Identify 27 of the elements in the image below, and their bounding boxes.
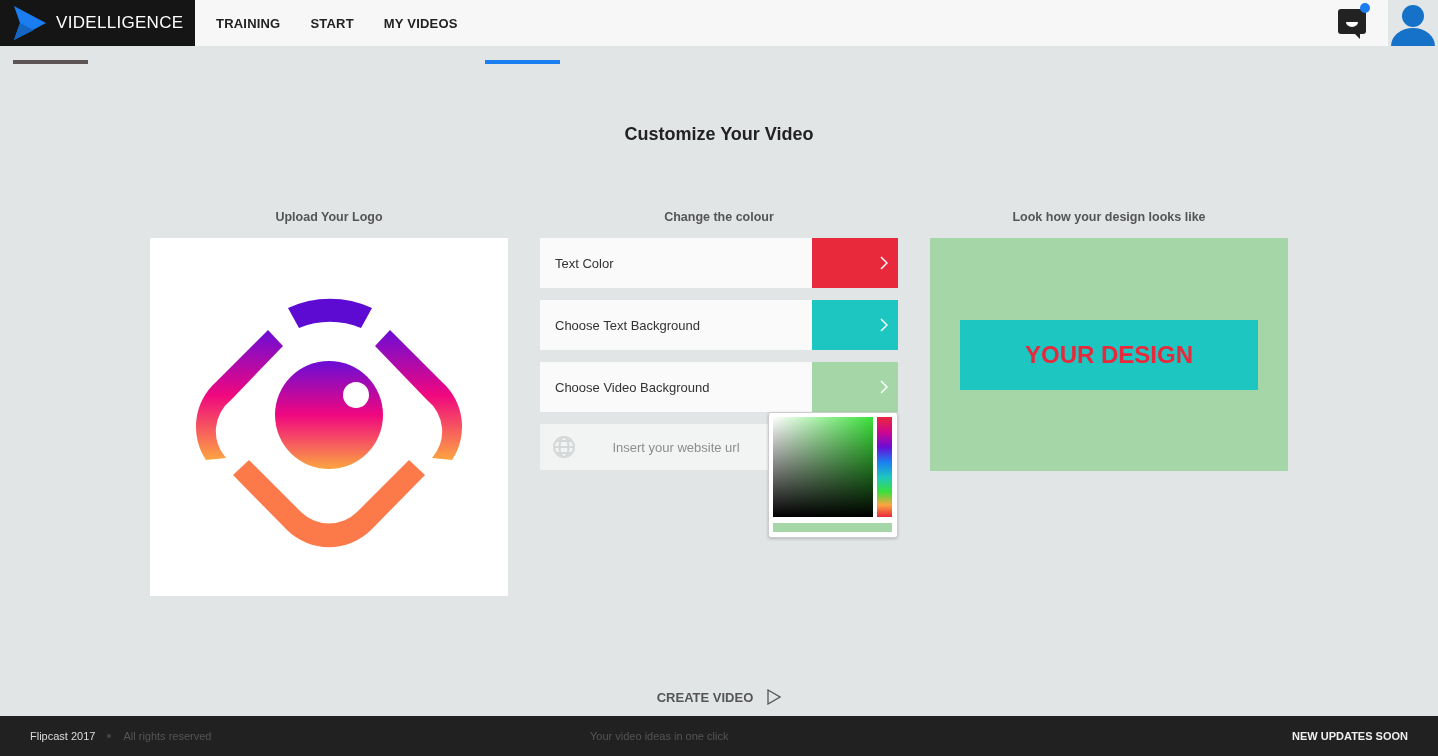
column-heading: Change the colour — [664, 210, 774, 224]
user-avatar-icon[interactable] — [1391, 2, 1435, 46]
nav-link[interactable]: TRAINING — [201, 15, 296, 31]
logo-upload-area[interactable] — [150, 238, 508, 596]
hue-slider[interactable] — [877, 417, 892, 517]
chevron-right-icon — [880, 256, 888, 270]
chevron-right-icon — [880, 380, 888, 394]
column-heading: Upload Your Logo — [275, 210, 383, 224]
nav-link[interactable]: MY VIDEOS — [368, 15, 473, 31]
column-heading: Look how your design looks like — [1012, 210, 1206, 224]
preview-text: YOUR DESIGN — [960, 319, 1258, 390]
chevron-right-icon — [880, 318, 888, 332]
play-logo-icon — [14, 6, 46, 40]
nav-link[interactable]: START — [295, 15, 369, 31]
copyright-text: Flipcast 2017 — [30, 730, 96, 742]
updates-link[interactable]: NEW UPDATES SOON — [1292, 730, 1408, 742]
play-icon — [767, 689, 782, 705]
chat-icon[interactable] — [1338, 9, 1366, 39]
create-video-button[interactable]: CREATE VIDEO — [650, 688, 788, 706]
colour-picker-popup[interactable] — [768, 412, 898, 538]
colour-swatch[interactable] — [812, 238, 898, 288]
page-title: Customize Your Video — [624, 124, 814, 145]
colour-swatch[interactable] — [812, 362, 898, 412]
brand-name: VIDELLIGENCE — [56, 13, 184, 33]
colour-swatch[interactable] — [812, 300, 898, 350]
saturation-area[interactable] — [773, 417, 873, 517]
website-url-field[interactable]: Insert your website url — [540, 424, 768, 470]
